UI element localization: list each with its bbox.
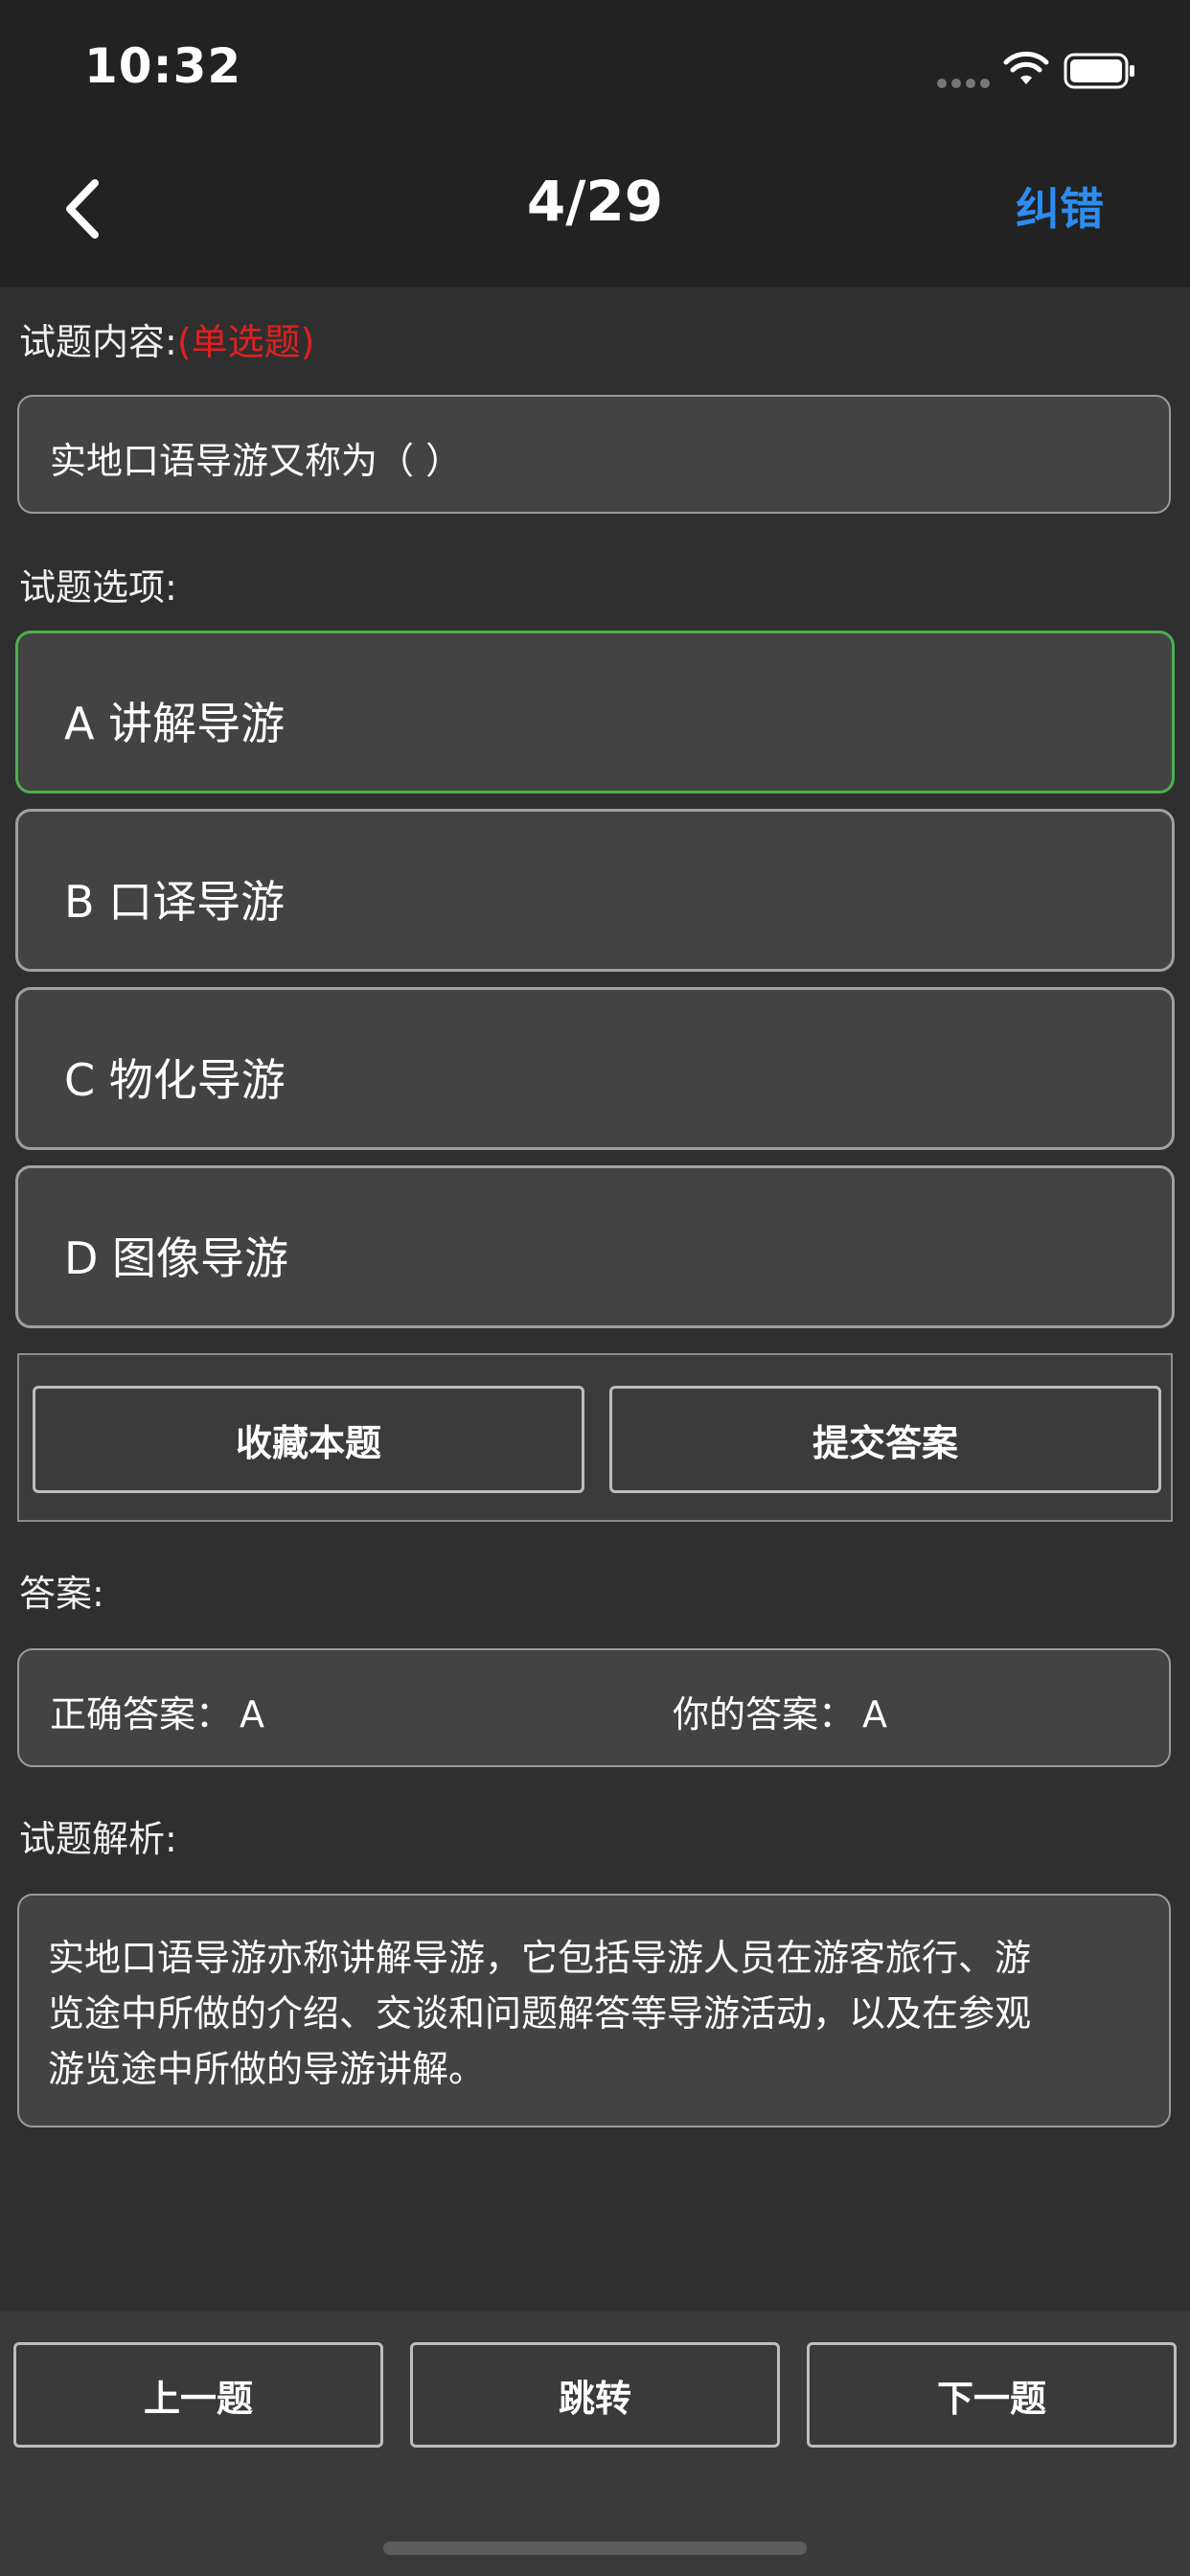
options-label: 试题选项: — [19, 566, 177, 609]
page-title: 4/29 — [526, 169, 664, 234]
submit-answer-button[interactable]: 提交答案 — [609, 1386, 1161, 1493]
question-text-box: 实地口语导游又称为（ ） — [17, 395, 1171, 514]
correct-answer-prefix: 正确答案： — [50, 1693, 233, 1736]
favorite-button[interactable]: 收藏本题 — [33, 1386, 584, 1493]
signal-dots-icon — [937, 79, 990, 88]
question-content-label: 试题内容:(单选题) — [19, 312, 314, 365]
status-time: 10:32 — [84, 38, 242, 94]
back-button[interactable] — [48, 171, 115, 247]
your-answer: 你的答案： A — [673, 1685, 887, 1737]
option-d[interactable]: D 图像导游 — [15, 1165, 1175, 1328]
analysis-line: 览途中所做的介绍、交谈和问题解答等导游活动，以及在参观 — [48, 1992, 1032, 2035]
question-text: 实地口语导游又称为（ ） — [50, 440, 463, 482]
content-label-text: 试题内容: — [19, 321, 177, 363]
jump-button[interactable]: 跳转 — [410, 2342, 780, 2448]
option-b-label: B 口译导游 — [64, 876, 286, 928]
option-d-label: D 图像导游 — [64, 1232, 289, 1284]
action-panel: 收藏本题 提交答案 — [17, 1353, 1173, 1522]
wifi-icon — [1003, 51, 1049, 84]
option-a[interactable]: A 讲解导游 — [15, 631, 1175, 794]
analysis-line: 实地口语导游亦称讲解导游，它包括导游人员在游客旅行、游 — [48, 1937, 1032, 1979]
analysis-text: 实地口语导游亦称讲解导游，它包括导游人员在游客旅行、游 览途中所做的介绍、交谈和… — [48, 1930, 1031, 2097]
option-c-label: C 物化导游 — [64, 1054, 286, 1106]
analysis-line: 游览途中所做的导游讲解。 — [48, 2048, 486, 2090]
battery-icon — [1064, 53, 1134, 89]
question-type-label: (单选题) — [176, 321, 315, 363]
analysis-box: 实地口语导游亦称讲解导游，它包括导游人员在游客旅行、游 览途中所做的介绍、交谈和… — [17, 1894, 1171, 2128]
answer-label: 答案: — [19, 1573, 104, 1615]
home-indicator[interactable] — [383, 2542, 807, 2555]
chevron-left-icon — [66, 179, 99, 239]
option-a-label: A 讲解导游 — [64, 698, 286, 749]
correct-answer-value: A — [240, 1693, 265, 1736]
option-b[interactable]: B 口译导游 — [15, 809, 1175, 972]
top-bar: 10:32 4/29 纠错 — [0, 0, 1190, 288]
bottom-nav: 上一题 跳转 下一题 — [0, 2312, 1190, 2576]
option-c[interactable]: C 物化导游 — [15, 987, 1175, 1150]
report-error-button[interactable]: 纠错 — [1016, 174, 1104, 238]
answer-box: 正确答案： A 你的答案： A — [17, 1648, 1171, 1767]
analysis-label: 试题解析: — [19, 1818, 177, 1860]
your-answer-value: A — [862, 1693, 888, 1736]
your-answer-prefix: 你的答案： — [673, 1693, 856, 1736]
next-question-button[interactable]: 下一题 — [807, 2342, 1177, 2448]
previous-question-button[interactable]: 上一题 — [13, 2342, 383, 2448]
correct-answer: 正确答案： A — [50, 1685, 264, 1737]
screen: 10:32 4/29 纠错 试题内容:(单选题) 实地口语导游又称为（ ） 试题… — [0, 0, 1190, 2576]
